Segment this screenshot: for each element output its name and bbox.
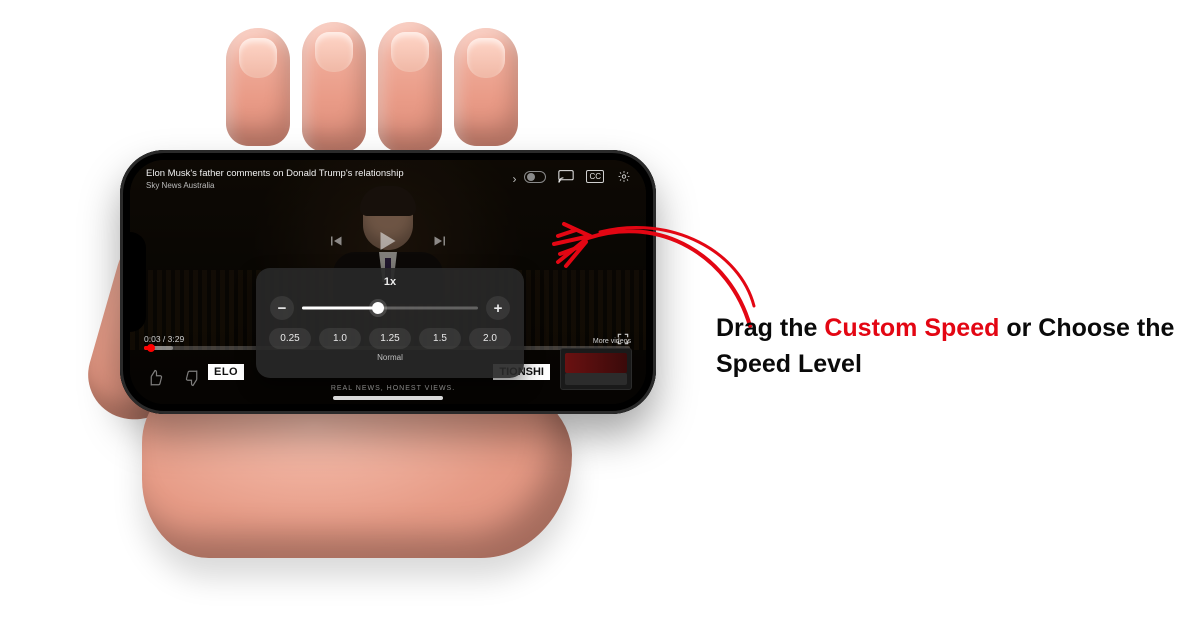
playback-speed-panel: 1x − + 0.25 1.0 1.25 1.5 2.0 Normal bbox=[256, 268, 524, 378]
annotation-prefix: Drag the bbox=[716, 314, 824, 342]
speed-slider[interactable] bbox=[302, 300, 478, 316]
finger bbox=[226, 28, 290, 146]
thumbs-up-icon[interactable] bbox=[146, 369, 164, 392]
time-separator: / bbox=[161, 334, 168, 344]
more-videos-label: More videos bbox=[593, 338, 631, 345]
cast-icon[interactable] bbox=[558, 170, 574, 183]
chyron-left: ELO bbox=[208, 364, 244, 380]
chevron-right-icon[interactable]: › bbox=[512, 172, 516, 186]
speed-preset-button[interactable]: 0.25 bbox=[269, 328, 311, 349]
phone-screen: Elon Musk's father comments on Donald Tr… bbox=[130, 160, 646, 404]
speed-preset-button[interactable]: 2.0 bbox=[469, 328, 511, 349]
play-icon[interactable] bbox=[381, 232, 396, 250]
cc-icon[interactable]: CC bbox=[586, 170, 604, 183]
video-title: Elon Musk's father comments on Donald Tr… bbox=[146, 168, 446, 179]
speed-footer-label: Normal bbox=[256, 353, 524, 362]
speed-decrease-button[interactable]: − bbox=[270, 296, 294, 320]
thumbs-down-icon[interactable] bbox=[184, 369, 202, 392]
phone-notch bbox=[130, 232, 146, 332]
home-indicator bbox=[333, 396, 443, 400]
autoplay-toggle[interactable] bbox=[524, 171, 546, 183]
sub-chyron: REAL NEWS, HONEST VIEWS. bbox=[290, 385, 496, 392]
gear-icon[interactable] bbox=[616, 170, 632, 183]
phone-frame: Elon Musk's father comments on Donald Tr… bbox=[120, 150, 656, 414]
speed-slider-fill bbox=[302, 307, 378, 310]
annotation-text: Drag the Custom Speed or Choose the Spee… bbox=[716, 310, 1176, 383]
current-speed-label: 1x bbox=[256, 268, 524, 288]
time-total: 3:29 bbox=[168, 334, 185, 344]
previous-icon[interactable] bbox=[327, 232, 345, 250]
speed-increase-button[interactable]: + bbox=[486, 296, 510, 320]
speed-preset-button[interactable]: 1.0 bbox=[319, 328, 361, 349]
finger bbox=[454, 28, 518, 146]
annotation-highlight: Custom Speed bbox=[824, 314, 999, 342]
finger bbox=[302, 22, 366, 152]
finger bbox=[378, 22, 442, 152]
more-videos-card[interactable]: More videos bbox=[560, 348, 632, 390]
speed-preset-button[interactable]: 1.5 bbox=[419, 328, 461, 349]
speed-slider-handle[interactable] bbox=[372, 302, 384, 314]
speed-preset-button[interactable]: 1.25 bbox=[369, 328, 411, 349]
video-channel[interactable]: Sky News Australia bbox=[146, 181, 504, 190]
next-icon[interactable] bbox=[432, 232, 450, 250]
time-elapsed: 0:03 bbox=[144, 334, 161, 344]
